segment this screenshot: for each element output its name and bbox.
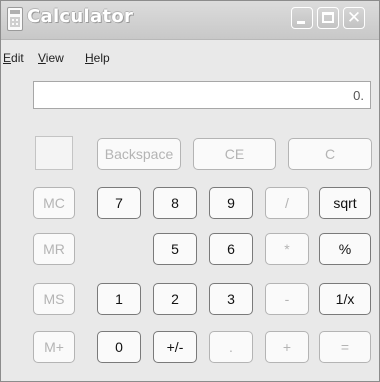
divide-button[interactable]: / [265, 187, 309, 219]
calculator-window: Calculator ✕ Edit View Help 0. Backspace… [0, 0, 380, 382]
multiply-button[interactable]: * [265, 233, 309, 265]
digit-5-button[interactable]: 5 [153, 233, 197, 265]
minus-button[interactable]: - [265, 283, 309, 315]
calculator-icon [7, 7, 23, 31]
maximize-icon [322, 12, 334, 23]
close-icon: ✕ [346, 8, 362, 28]
window-title: Calculator [27, 6, 134, 27]
digit-0-button[interactable]: 0 [97, 331, 141, 363]
clear-button[interactable]: C [288, 138, 372, 170]
digit-9-button[interactable]: 9 [209, 187, 253, 219]
menu-edit[interactable]: Edit [3, 51, 24, 65]
memory-add-button[interactable]: M+ [33, 331, 75, 363]
display-field[interactable]: 0. [33, 81, 371, 109]
menu-view[interactable]: View [38, 51, 64, 65]
sqrt-button[interactable]: sqrt [319, 187, 371, 219]
close-button[interactable]: ✕ [343, 7, 365, 29]
memory-clear-button[interactable]: MC [33, 187, 75, 219]
equals-button[interactable]: = [319, 331, 371, 363]
memory-recall-button[interactable]: MR [33, 233, 75, 265]
memory-indicator [35, 136, 73, 170]
clear-entry-button[interactable]: CE [193, 138, 276, 170]
digit-2-button[interactable]: 2 [153, 283, 197, 315]
digit-6-button[interactable]: 6 [209, 233, 253, 265]
title-bar[interactable]: Calculator ✕ [1, 1, 379, 40]
digit-8-button[interactable]: 8 [153, 187, 197, 219]
maximize-button[interactable] [317, 7, 339, 29]
decimal-button[interactable]: . [209, 331, 253, 363]
digit-3-button[interactable]: 3 [209, 283, 253, 315]
sign-toggle-button[interactable]: +/- [153, 331, 197, 363]
digit-7-button[interactable]: 7 [97, 187, 141, 219]
minimize-button[interactable] [291, 7, 313, 29]
memory-store-button[interactable]: MS [33, 283, 75, 315]
minimize-icon [297, 21, 305, 24]
display-value: 0. [353, 88, 364, 103]
plus-button[interactable]: + [265, 331, 309, 363]
reciprocal-button[interactable]: 1/x [319, 283, 371, 315]
digit-1-button[interactable]: 1 [97, 283, 141, 315]
menu-help[interactable]: Help [85, 51, 110, 65]
backspace-button[interactable]: Backspace [97, 138, 181, 170]
menu-bar: Edit View Help [1, 40, 379, 68]
percent-button[interactable]: % [319, 233, 371, 265]
